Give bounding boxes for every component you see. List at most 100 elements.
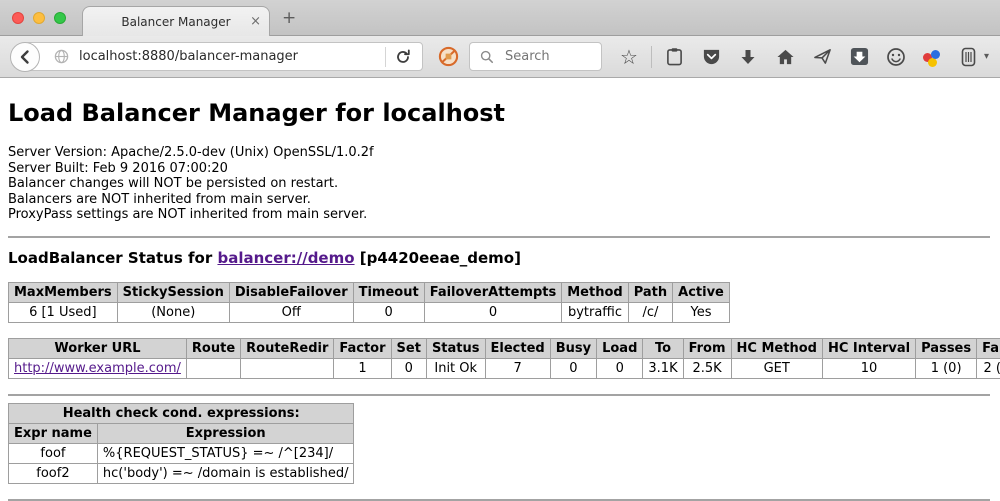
column-header: HC Interval bbox=[822, 338, 915, 358]
container-icon[interactable] bbox=[957, 46, 979, 68]
notice-line: Balancers are NOT inherited from main se… bbox=[8, 192, 992, 208]
column-header: Status bbox=[426, 338, 485, 358]
cell-hc-interval: 10 bbox=[822, 358, 915, 378]
column-header: Route bbox=[186, 338, 240, 358]
colored-dots-icon[interactable] bbox=[922, 47, 942, 67]
new-tab-button[interactable]: + bbox=[282, 8, 296, 28]
worker-url-link[interactable]: http://www.example.com/ bbox=[14, 361, 181, 376]
column-header: Set bbox=[391, 338, 426, 358]
window-controls bbox=[12, 12, 66, 24]
addon-download-icon[interactable] bbox=[848, 46, 870, 68]
column-header: FailoverAttempts bbox=[424, 282, 562, 302]
divider bbox=[8, 236, 990, 238]
column-header: Worker URL bbox=[9, 338, 187, 358]
smiley-icon[interactable] bbox=[885, 46, 907, 68]
cell-maxmembers: 6 [1 Used] bbox=[9, 302, 118, 322]
column-header: Active bbox=[673, 282, 730, 302]
column-header: DisableFailover bbox=[229, 282, 353, 302]
health-table-title: Health check cond. expressions: bbox=[9, 403, 354, 423]
back-icon bbox=[14, 46, 36, 68]
toolbar-icons: ☆ ▾ bbox=[618, 46, 1000, 68]
table-title-row: Health check cond. expressions: bbox=[9, 403, 354, 423]
minimize-window-button[interactable] bbox=[33, 12, 45, 24]
close-window-button[interactable] bbox=[12, 12, 24, 24]
globe-icon bbox=[50, 46, 72, 68]
cell-stickysession: (None) bbox=[117, 302, 229, 322]
worker-table: Worker URL Route RouteRedir Factor Set S… bbox=[8, 338, 1000, 379]
column-header: MaxMembers bbox=[9, 282, 118, 302]
cell-route bbox=[186, 358, 240, 378]
divider bbox=[8, 499, 990, 501]
cell-timeout: 0 bbox=[353, 302, 424, 322]
cell-expression: %{REQUEST_STATUS} =~ /^[234]/ bbox=[97, 443, 354, 463]
balancer-settings-table: MaxMembers StickySession DisableFailover… bbox=[8, 282, 730, 323]
column-header: To bbox=[643, 338, 683, 358]
url-text[interactable]: localhost:8880/balancer-manager bbox=[79, 49, 379, 64]
server-built-line: Server Built: Feb 9 2016 07:00:20 bbox=[8, 161, 992, 177]
column-header: Path bbox=[628, 282, 672, 302]
cell-hc-method: GET bbox=[731, 358, 822, 378]
column-header: Expr name bbox=[9, 423, 98, 443]
cell-expr-name: foof2 bbox=[9, 463, 98, 483]
page-content: Load Balancer Manager for localhost Serv… bbox=[0, 78, 1000, 501]
send-icon[interactable] bbox=[811, 46, 833, 68]
page-title: Load Balancer Manager for localhost bbox=[8, 98, 992, 128]
health-check-table: Health check cond. expressions: Expr nam… bbox=[8, 403, 354, 484]
cell-routeredir bbox=[241, 358, 334, 378]
table-header-row: MaxMembers StickySession DisableFailover… bbox=[9, 282, 730, 302]
cell-elected: 7 bbox=[485, 358, 550, 378]
url-bar[interactable]: localhost:8880/balancer-manager bbox=[25, 42, 423, 71]
cell-failoverattempts: 0 bbox=[424, 302, 562, 322]
cell-load: 0 bbox=[597, 358, 643, 378]
notice-line: ProxyPass settings are NOT inherited fro… bbox=[8, 207, 992, 223]
column-header: RouteRedir bbox=[241, 338, 334, 358]
table-row: foof %{REQUEST_STATUS} =~ /^[234]/ bbox=[9, 443, 354, 463]
clipboard-icon[interactable] bbox=[663, 46, 685, 68]
cell-factor: 1 bbox=[334, 358, 391, 378]
tab-close-icon[interactable]: × bbox=[250, 14, 261, 29]
table-row: 6 [1 Used] (None) Off 0 0 bytraffic /c/ … bbox=[9, 302, 730, 322]
server-version-line: Server Version: Apache/2.5.0-dev (Unix) … bbox=[8, 145, 992, 161]
notice-line: Balancer changes will NOT be persisted o… bbox=[8, 176, 992, 192]
navigation-toolbar: localhost:8880/balancer-manager ☆ bbox=[0, 36, 1000, 78]
search-bar[interactable] bbox=[469, 42, 602, 71]
table-header-row: Worker URL Route RouteRedir Factor Set S… bbox=[9, 338, 1000, 358]
column-header: Elected bbox=[485, 338, 550, 358]
cell-expression: hc('body') =~ /domain is established/ bbox=[97, 463, 354, 483]
download-icon[interactable] bbox=[737, 46, 759, 68]
column-header: Fails bbox=[977, 338, 1000, 358]
cell-expr-name: foof bbox=[9, 443, 98, 463]
search-input[interactable] bbox=[503, 48, 593, 65]
cell-set: 0 bbox=[391, 358, 426, 378]
zoom-window-button[interactable] bbox=[54, 12, 66, 24]
cell-worker-url: http://www.example.com/ bbox=[9, 358, 187, 378]
balancer-link[interactable]: balancer://demo bbox=[217, 249, 354, 267]
column-header: Factor bbox=[334, 338, 391, 358]
chevron-down-icon[interactable]: ▾ bbox=[984, 51, 989, 62]
cell-busy: 0 bbox=[550, 358, 596, 378]
tab-title: Balancer Manager bbox=[121, 15, 230, 29]
cell-active: Yes bbox=[673, 302, 730, 322]
column-header: Expression bbox=[97, 423, 354, 443]
title-bar: Balancer Manager × + bbox=[0, 0, 1000, 36]
browser-tab[interactable]: Balancer Manager × bbox=[82, 6, 270, 36]
divider bbox=[8, 394, 990, 396]
search-icon bbox=[476, 46, 498, 68]
block-plugins-icon[interactable] bbox=[437, 46, 459, 68]
table-header-row: Expr name Expression bbox=[9, 423, 354, 443]
column-header: Method bbox=[562, 282, 628, 302]
cell-passes: 1 (0) bbox=[916, 358, 977, 378]
back-button[interactable] bbox=[10, 42, 40, 72]
table-row: foof2 hc('body') =~ /domain is establish… bbox=[9, 463, 354, 483]
pocket-icon[interactable] bbox=[700, 46, 722, 68]
status-heading-prefix: LoadBalancer Status for bbox=[8, 249, 212, 267]
column-header: Busy bbox=[550, 338, 596, 358]
home-icon[interactable] bbox=[774, 46, 796, 68]
column-header: From bbox=[683, 338, 731, 358]
bookmark-star-icon[interactable]: ☆ bbox=[618, 46, 640, 68]
server-info: Server Version: Apache/2.5.0-dev (Unix) … bbox=[8, 145, 992, 223]
column-header: Passes bbox=[916, 338, 977, 358]
balancer-status-heading: LoadBalancer Status for balancer://demo … bbox=[8, 249, 992, 267]
cell-path: /c/ bbox=[628, 302, 672, 322]
reload-button[interactable] bbox=[392, 46, 414, 68]
